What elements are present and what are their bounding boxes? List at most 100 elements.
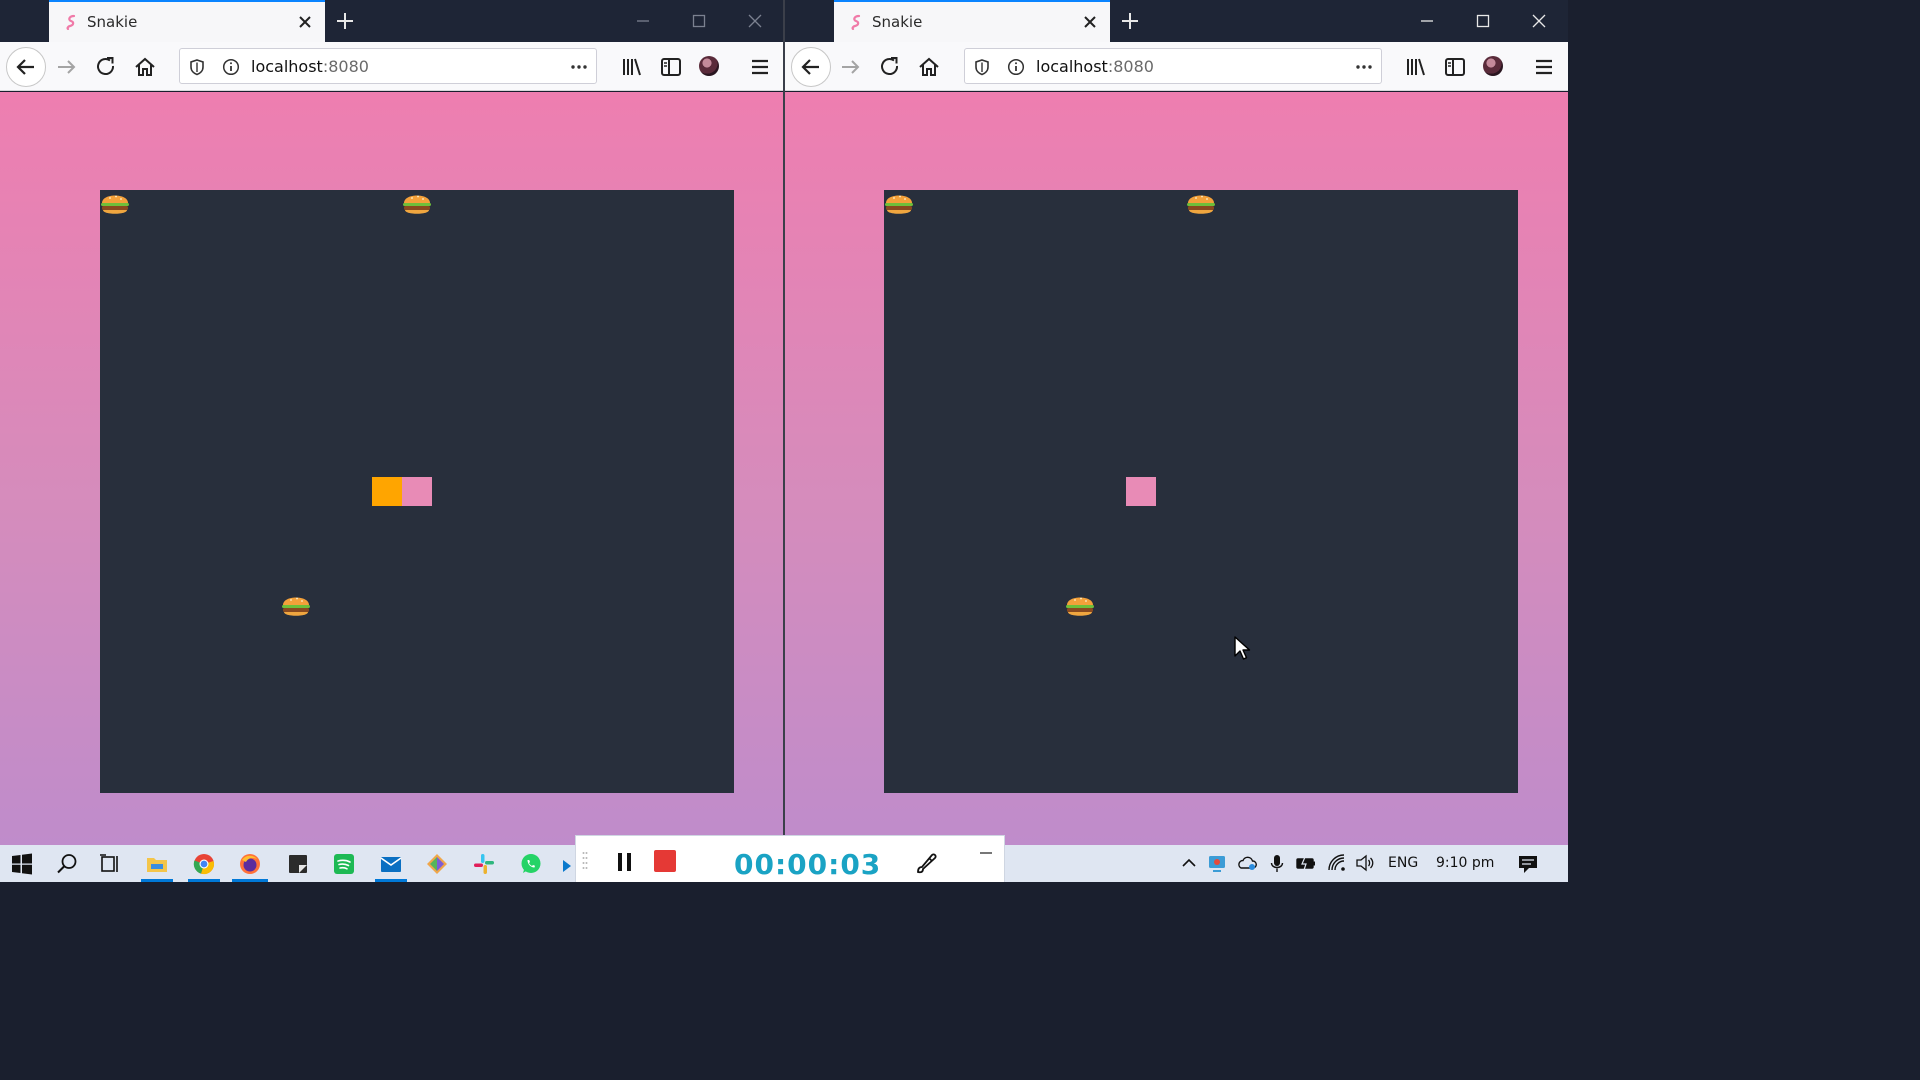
maximize-icon[interactable]: [1473, 11, 1493, 31]
site-info-icon[interactable]: [222, 58, 240, 76]
account-avatar[interactable]: [699, 56, 719, 76]
game-board[interactable]: [100, 190, 734, 793]
close-window-icon[interactable]: [1529, 11, 1549, 31]
snake-favicon-icon: [66, 14, 76, 30]
title-bar: Snakie: [785, 0, 1568, 42]
burger-icon: [101, 195, 129, 214]
shield-icon[interactable]: [188, 58, 206, 76]
home-icon[interactable]: [916, 54, 942, 80]
url-port: :8080: [322, 57, 369, 76]
sidebar-icon[interactable]: [1442, 54, 1468, 80]
menu-icon[interactable]: [747, 54, 773, 80]
address-bar[interactable]: localhost:8080: [964, 48, 1382, 84]
burger-icon: [403, 195, 431, 214]
site-info-icon[interactable]: [1007, 58, 1025, 76]
burger-icon: [282, 597, 310, 616]
reload-icon[interactable]: [877, 54, 903, 80]
recording-timer: 00:00:03: [734, 848, 882, 881]
close-tab-icon[interactable]: [295, 12, 315, 32]
input-language[interactable]: ENG: [1388, 855, 1418, 871]
back-button[interactable]: [6, 47, 46, 87]
chrome-icon[interactable]: [192, 852, 216, 876]
page-content: [0, 92, 784, 845]
task-view-icon[interactable]: [98, 852, 122, 876]
url-host: localhost: [1036, 57, 1108, 76]
whatsapp-icon[interactable]: [519, 852, 543, 876]
address-bar[interactable]: localhost:8080: [179, 48, 597, 84]
sticky-notes-icon[interactable]: [286, 852, 310, 876]
navigation-toolbar: localhost:8080: [785, 42, 1568, 91]
menu-icon[interactable]: [1531, 54, 1557, 80]
pause-icon[interactable]: [615, 850, 635, 874]
url-text[interactable]: localhost:8080: [251, 57, 369, 76]
page-content: [785, 92, 1568, 845]
minimize-icon[interactable]: [633, 11, 653, 31]
snake-head: [372, 477, 402, 506]
url-host: localhost: [251, 57, 323, 76]
screen-recorder-widget: 00:00:03: [575, 835, 1005, 882]
minimize-recorder-icon[interactable]: [978, 848, 994, 858]
navigation-toolbar: localhost:8080: [0, 42, 784, 91]
arrow-left-icon: [801, 59, 819, 75]
browser-window-right: Snakie localhost:8080: [785, 0, 1568, 845]
windows-start-icon[interactable]: [10, 852, 34, 876]
volume-icon[interactable]: [1355, 853, 1375, 873]
game-board[interactable]: [884, 190, 1518, 793]
arrow-left-icon: [16, 59, 34, 75]
home-icon[interactable]: [132, 54, 158, 80]
forward-icon[interactable]: [54, 54, 80, 80]
page-actions-icon[interactable]: [570, 58, 588, 76]
search-icon[interactable]: [55, 852, 79, 876]
wifi-icon[interactable]: [1327, 853, 1347, 873]
show-hidden-icons-icon[interactable]: [1179, 853, 1199, 873]
snake-body-segment: [1126, 477, 1156, 506]
gitkraken-icon[interactable]: [425, 852, 449, 876]
taskbar-active-indicator: [188, 879, 220, 882]
drag-handle-icon[interactable]: [582, 850, 588, 872]
microphone-icon[interactable]: [1267, 853, 1287, 873]
spotify-icon[interactable]: [332, 852, 356, 876]
mouse-cursor-icon: [1234, 636, 1251, 660]
close-tab-icon[interactable]: [1080, 12, 1100, 32]
tab-title: Snakie: [87, 13, 138, 31]
snake-body-segment: [402, 477, 432, 506]
url-text[interactable]: localhost:8080: [1036, 57, 1154, 76]
browser-window-left: Snakie localhost:8080: [0, 0, 784, 845]
close-window-icon[interactable]: [745, 11, 765, 31]
stop-icon[interactable]: [653, 849, 677, 873]
forward-icon[interactable]: [838, 54, 864, 80]
onedrive-icon[interactable]: [1237, 853, 1257, 873]
new-tab-icon[interactable]: [1118, 9, 1142, 33]
shield-icon[interactable]: [973, 58, 991, 76]
burger-icon: [1066, 597, 1094, 616]
pen-icon[interactable]: [914, 850, 940, 876]
account-avatar[interactable]: [1483, 56, 1503, 76]
notification-center-icon[interactable]: [1517, 853, 1539, 875]
browser-tab[interactable]: Snakie: [834, 0, 1110, 42]
firefox-icon[interactable]: [238, 852, 262, 876]
library-icon[interactable]: [1403, 54, 1429, 80]
reload-icon[interactable]: [93, 54, 119, 80]
maximize-icon[interactable]: [689, 11, 709, 31]
burger-icon: [885, 195, 913, 214]
browser-tab[interactable]: Snakie: [49, 0, 325, 42]
snake-favicon-icon: [851, 14, 861, 30]
taskbar-active-indicator: [232, 879, 268, 882]
url-port: :8080: [1107, 57, 1154, 76]
vscode-icon[interactable]: [563, 852, 575, 876]
back-button[interactable]: [791, 47, 831, 87]
file-explorer-icon[interactable]: [145, 852, 169, 876]
mail-icon[interactable]: [379, 852, 403, 876]
tab-title: Snakie: [872, 13, 923, 31]
recorder-tray-icon[interactable]: [1207, 853, 1227, 873]
slack-icon[interactable]: [472, 852, 496, 876]
system-clock[interactable]: 9:10 pm: [1436, 855, 1494, 871]
sidebar-icon[interactable]: [658, 54, 684, 80]
page-actions-icon[interactable]: [1355, 58, 1373, 76]
burger-icon: [1187, 195, 1215, 214]
new-tab-icon[interactable]: [333, 9, 357, 33]
battery-icon[interactable]: [1296, 853, 1316, 873]
library-icon[interactable]: [619, 54, 645, 80]
minimize-icon[interactable]: [1417, 11, 1437, 31]
desktop-screen: Snakie localhost:8080 Snakie localhost:8…: [0, 0, 1568, 882]
